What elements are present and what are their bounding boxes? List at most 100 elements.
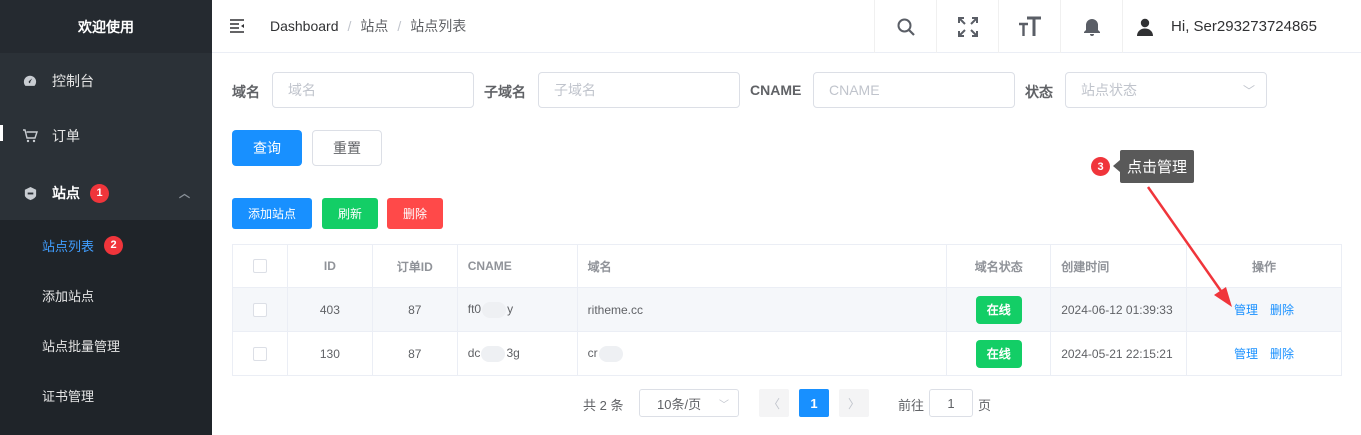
status-badge: 在线 bbox=[975, 295, 1022, 324]
goto-page-input[interactable]: 1 bbox=[929, 389, 973, 417]
sidebar-title: 欢迎使用 bbox=[0, 0, 212, 53]
sidebar-subitem-label: 添加站点 bbox=[42, 288, 95, 304]
subdomain-input[interactable] bbox=[538, 72, 740, 108]
row-checkbox[interactable] bbox=[252, 302, 267, 317]
breadcrumb-separator: / bbox=[347, 18, 352, 34]
manage-link[interactable]: 管理 bbox=[1234, 347, 1258, 361]
chevron-up-icon: ︿ bbox=[179, 188, 190, 200]
toolbar-right: Hi, Ser293273724865 bbox=[874, 0, 1361, 53]
chevron-right-icon: 〉 bbox=[847, 396, 860, 411]
breadcrumb-site-list: 站点列表 bbox=[410, 18, 467, 34]
sidebar-item-sites[interactable]: 站点 1 ︿ bbox=[0, 168, 212, 218]
domain-start: cr bbox=[587, 345, 598, 360]
sidebar-item-label: 订单 bbox=[52, 128, 80, 144]
row-select-cell bbox=[232, 287, 288, 332]
cell-id: 130 bbox=[287, 331, 373, 376]
breadcrumb: Dashboard / 站点 / 站点列表 bbox=[270, 16, 466, 36]
app-root: 欢迎使用 控制台 订单 站点 1 ︿ 站点列表 2 添加站点 站点批量管理 证书… bbox=[0, 0, 1361, 435]
step-badge-3: 3 bbox=[1091, 157, 1110, 176]
domain-input[interactable] bbox=[272, 72, 474, 108]
cell-status: 在线 bbox=[946, 331, 1052, 376]
reset-button[interactable]: 重置 bbox=[312, 130, 382, 166]
sidebar-item-label: 站点 bbox=[52, 185, 80, 201]
select-all-checkbox[interactable] bbox=[252, 259, 267, 274]
domain-label: 域名 bbox=[232, 84, 260, 100]
cell-order-id: 87 bbox=[372, 331, 458, 376]
prev-page-button[interactable]: 〈 bbox=[759, 389, 789, 417]
refresh-button[interactable]: 刷新 bbox=[322, 198, 378, 229]
next-page-button[interactable]: 〉 bbox=[839, 389, 869, 417]
cname-label: CNAME bbox=[750, 82, 802, 98]
cell-cname: dc 3g bbox=[457, 331, 578, 376]
status-badge: 在线 bbox=[975, 339, 1022, 368]
user-menu[interactable]: Hi, Ser293273724865 bbox=[1122, 0, 1361, 53]
chevron-down-icon: ﹀ bbox=[719, 399, 729, 411]
breadcrumb-separator: / bbox=[397, 18, 402, 34]
font-size-icon[interactable] bbox=[998, 0, 1060, 53]
add-site-button[interactable]: 添加站点 bbox=[232, 198, 312, 229]
chevron-down-icon: ﹀ bbox=[1243, 84, 1256, 98]
sidebar-subitem-label: 站点批量管理 bbox=[42, 338, 121, 354]
site-icon bbox=[22, 185, 38, 201]
select-all-cell bbox=[232, 244, 288, 288]
chevron-left-icon: 〈 bbox=[767, 396, 780, 411]
column-header: 域名 bbox=[577, 244, 948, 288]
pagination-total: 共 2 条 bbox=[583, 398, 624, 413]
step-badge-1: 1 bbox=[90, 183, 109, 203]
row-select-cell bbox=[232, 331, 288, 376]
column-header: 域名状态 bbox=[946, 244, 1052, 288]
delete-button[interactable]: 删除 bbox=[387, 198, 443, 229]
sidebar-subitem-label: 证书管理 bbox=[42, 388, 95, 404]
dashboard-icon bbox=[22, 73, 38, 89]
cname-start: dc bbox=[467, 345, 481, 360]
page-size-select[interactable]: 10条/页 ﹀ bbox=[639, 389, 739, 417]
goto-suffix: 页 bbox=[978, 398, 992, 413]
cell-id: 403 bbox=[287, 287, 373, 332]
cname-end: y bbox=[507, 301, 514, 316]
row-checkbox[interactable] bbox=[252, 346, 267, 361]
cell-order-id: 87 bbox=[372, 287, 458, 332]
page-size-value: 10条/页 bbox=[657, 396, 702, 412]
sidebar-subitem-label: 站点列表 bbox=[42, 238, 95, 254]
cell-actions: 管理 删除 bbox=[1186, 331, 1342, 376]
sidebar-item-orders[interactable]: 订单 bbox=[0, 111, 212, 161]
cname-input[interactable] bbox=[813, 72, 1015, 108]
status-select[interactable] bbox=[1065, 72, 1267, 108]
cell-domain: cr bbox=[577, 331, 948, 376]
bell-icon[interactable] bbox=[1060, 0, 1122, 53]
menu-toggle-icon[interactable] bbox=[212, 0, 262, 53]
annotation-arrow-icon bbox=[1146, 186, 1232, 307]
breadcrumb-dashboard[interactable]: Dashboard bbox=[270, 18, 339, 34]
redacted-text bbox=[481, 345, 506, 362]
sidebar-subitem-site-list[interactable]: 站点列表 2 bbox=[0, 220, 212, 270]
fullscreen-icon[interactable] bbox=[936, 0, 998, 53]
cname-end: 3g bbox=[506, 345, 520, 360]
redacted-text bbox=[482, 301, 507, 318]
table-row: 130 87 dc 3g cr 在线 2024-05-21 22:15:21 管理… bbox=[232, 331, 1342, 376]
delete-link[interactable]: 删除 bbox=[1270, 347, 1294, 361]
column-header: ID bbox=[287, 244, 373, 288]
sidebar-subitem-add-site[interactable]: 添加站点 bbox=[0, 270, 212, 320]
active-indicator bbox=[0, 125, 3, 141]
delete-link[interactable]: 删除 bbox=[1270, 303, 1294, 317]
column-header: 订单ID bbox=[372, 244, 458, 288]
sidebar-subitem-batch-manage[interactable]: 站点批量管理 bbox=[0, 320, 212, 370]
cell-cname: ft0 y bbox=[457, 287, 578, 332]
cart-icon bbox=[22, 128, 38, 144]
sidebar-subitem-certificates[interactable]: 证书管理 bbox=[0, 370, 212, 435]
search-icon[interactable] bbox=[874, 0, 936, 53]
column-header: CNAME bbox=[457, 244, 578, 288]
user-icon bbox=[1136, 18, 1154, 36]
cell-domain: ritheme.cc bbox=[577, 287, 948, 332]
top-bar: Dashboard / 站点 / 站点列表 Hi, Ser29327372486… bbox=[212, 0, 1361, 53]
page-number-button[interactable]: 1 bbox=[799, 389, 829, 417]
search-button[interactable]: 查询 bbox=[232, 130, 302, 166]
cell-created: 2024-05-21 22:15:21 bbox=[1050, 331, 1188, 376]
cname-start: ft0 bbox=[467, 301, 482, 316]
tooltip-caret bbox=[1113, 160, 1120, 172]
subdomain-label: 子域名 bbox=[484, 84, 526, 100]
cell-status: 在线 bbox=[946, 287, 1052, 332]
status-label: 状态 bbox=[1025, 84, 1053, 100]
breadcrumb-sites[interactable]: 站点 bbox=[360, 16, 388, 36]
sidebar-item-dashboard[interactable]: 控制台 bbox=[0, 56, 212, 106]
